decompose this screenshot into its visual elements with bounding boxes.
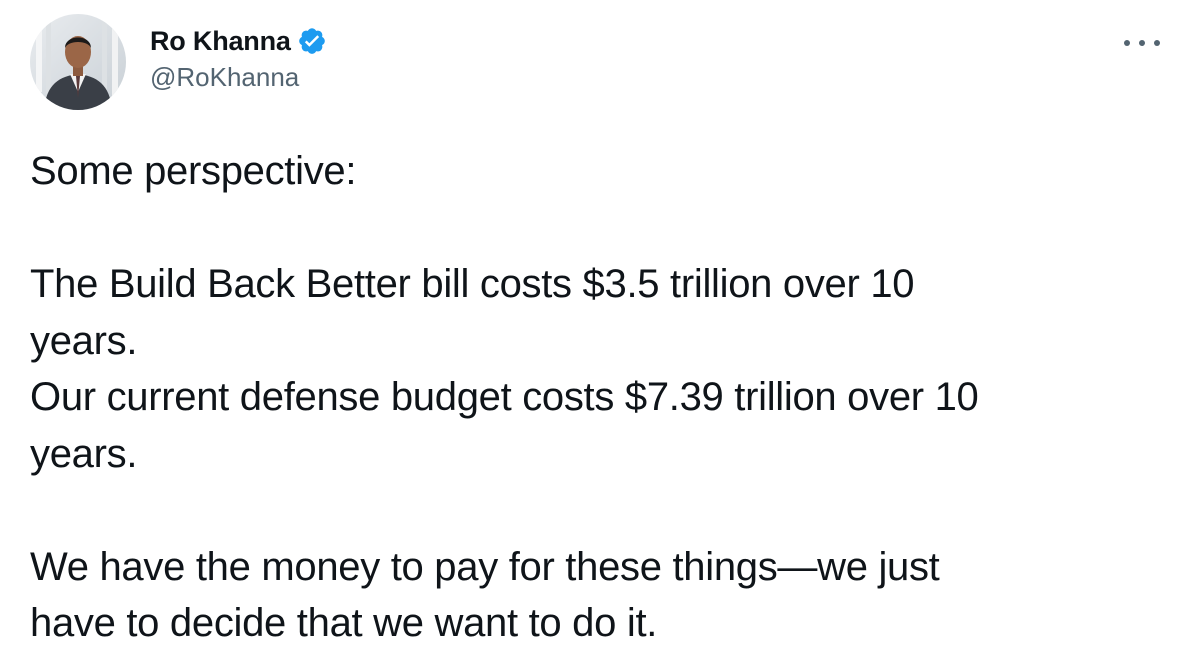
tweet-line: years. [30, 318, 138, 363]
tweet-text: Some perspective: The Build Back Better … [30, 143, 1170, 652]
dot [1124, 40, 1130, 46]
tweet-line: The Build Back Better bill costs $3.5 tr… [30, 262, 915, 306]
display-name[interactable]: Ro Khanna [150, 26, 291, 57]
tweet-line-blank [30, 200, 1170, 257]
tweet-line-blank [30, 482, 1170, 539]
dot [1154, 40, 1160, 46]
tweet-header: Ro Khanna @RoKhanna [30, 14, 1170, 110]
verified-badge-icon [297, 26, 327, 56]
tweet-line: Our current defense budget costs $7.39 t… [30, 375, 979, 419]
user-handle[interactable]: @RoKhanna [150, 62, 327, 93]
avatar[interactable] [30, 14, 126, 110]
tweet-line: have to decide that we want to do it. [30, 601, 658, 645]
tweet-line: We have the money to pay for these thing… [30, 544, 940, 589]
tweet-card: Ro Khanna @RoKhanna Some perspective: Th… [0, 0, 1200, 666]
dot [1139, 40, 1145, 46]
tweet-line: Some perspective: [30, 149, 357, 193]
more-options-icon[interactable] [1124, 36, 1160, 50]
avatar-photo-icon [30, 14, 126, 110]
tweet-line: years. [30, 431, 138, 476]
author-info: Ro Khanna @RoKhanna [150, 24, 327, 93]
name-row: Ro Khanna [150, 24, 327, 58]
